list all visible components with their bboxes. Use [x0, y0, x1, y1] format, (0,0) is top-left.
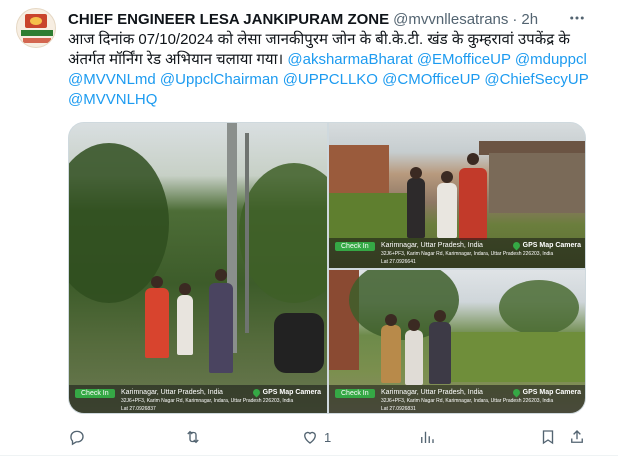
- action-bar: 1: [68, 426, 588, 448]
- map-pin-icon: [251, 387, 262, 398]
- mention-link[interactable]: @EMofficeUP: [417, 51, 511, 68]
- mention-link[interactable]: @UPPCLLKO: [283, 71, 378, 88]
- gps-overlay: Check In Karimnagar, Uttar Pradesh, Indi…: [329, 385, 585, 413]
- gps-lat: Lat 27.0926641: [381, 259, 416, 265]
- gps-lat: Lat 27.0926831: [381, 406, 416, 412]
- bookmark-button[interactable]: [539, 426, 557, 448]
- retweet-button[interactable]: [184, 426, 207, 448]
- person: [459, 168, 487, 240]
- mention-link[interactable]: @mduppcl: [515, 51, 587, 68]
- share-button[interactable]: [568, 426, 586, 448]
- reply-icon: [70, 430, 84, 446]
- gps-address: 32J6+PF3, Karim Nagar Rd, Karimnagar, In…: [381, 251, 554, 257]
- mention-link[interactable]: @CMOfficeUP: [382, 71, 480, 88]
- mention-link[interactable]: @ChiefSecyUP: [484, 71, 588, 88]
- photo-3[interactable]: Check In Karimnagar, Uttar Pradesh, Indi…: [329, 270, 585, 413]
- person: [405, 330, 423, 385]
- gps-location: Karimnagar, Uttar Pradesh, India: [121, 389, 223, 396]
- gps-overlay: Check In Karimnagar, Uttar Pradesh, Indi…: [69, 385, 327, 413]
- mention-link[interactable]: @aksharmaBharat: [287, 51, 412, 68]
- avatar-logo-icon: [25, 14, 47, 28]
- timestamp[interactable]: 2h: [521, 11, 538, 28]
- gps-lat: Lat 27.0926837: [121, 406, 156, 412]
- person: [429, 322, 451, 384]
- like-button[interactable]: 1: [301, 426, 331, 448]
- person: [381, 325, 401, 383]
- person: [437, 183, 457, 238]
- author-name[interactable]: CHIEF ENGINEER LESA JANKIPURAM ZONE: [68, 11, 389, 28]
- like-count: 1: [324, 429, 332, 445]
- mention-link[interactable]: @MVVNLHQ: [68, 91, 157, 108]
- tweet-header: CHIEF ENGINEER LESA JANKIPURAM ZONE @mvv…: [68, 9, 538, 29]
- person: [209, 283, 233, 373]
- photo-1[interactable]: Check In Karimnagar, Uttar Pradesh, Indi…: [69, 123, 327, 413]
- share-icon: [571, 430, 583, 443]
- mention-link[interactable]: @MVVNLmd: [68, 71, 156, 88]
- mention-link[interactable]: @UppclChairman: [160, 71, 279, 88]
- checkin-badge: Check In: [75, 389, 115, 398]
- separator-dot: ·: [512, 10, 518, 28]
- gps-address: 32J6+PF3, Karim Nagar Rd, Karimnagar, In…: [381, 398, 554, 404]
- views-button[interactable]: [418, 426, 441, 448]
- like-icon: [304, 431, 316, 444]
- tweet-text: आज दिनांक 07/10/2024 को लेसा जानकीपुरम ज…: [68, 30, 598, 110]
- photo-2[interactable]: Check In Karimnagar, Uttar Pradesh, Indi…: [329, 123, 585, 268]
- avatar[interactable]: [16, 8, 56, 48]
- gps-camera-label: GPS Map Camera: [251, 387, 321, 398]
- author-handle[interactable]: @mvvnllesatrans: [393, 11, 508, 28]
- retweet-icon: [187, 430, 199, 444]
- map-pin-icon: [511, 387, 522, 398]
- checkin-badge: Check In: [335, 389, 375, 398]
- gps-overlay: Check In Karimnagar, Uttar Pradesh, Indi…: [329, 238, 585, 268]
- tweet[interactable]: CHIEF ENGINEER LESA JANKIPURAM ZONE @mvv…: [0, 0, 618, 456]
- bookmark-icon: [542, 430, 554, 445]
- gps-camera-label: GPS Map Camera: [511, 240, 581, 251]
- gps-camera-label: GPS Map Camera: [511, 387, 581, 398]
- views-icon: [421, 431, 434, 443]
- map-pin-icon: [511, 240, 522, 251]
- gps-location: Karimnagar, Uttar Pradesh, India: [381, 242, 483, 249]
- more-icon[interactable]: [567, 8, 587, 28]
- motorcycle: [274, 313, 324, 373]
- person: [407, 178, 425, 238]
- reply-button[interactable]: [68, 426, 91, 448]
- gps-address: 32J6+PF3, Karim Nagar Rd, Karimnagar, In…: [121, 398, 294, 404]
- gps-location: Karimnagar, Uttar Pradesh, India: [381, 389, 483, 396]
- checkin-badge: Check In: [335, 242, 375, 251]
- person: [145, 288, 169, 358]
- media-grid: Check In Karimnagar, Uttar Pradesh, Indi…: [68, 122, 586, 414]
- person: [177, 295, 193, 355]
